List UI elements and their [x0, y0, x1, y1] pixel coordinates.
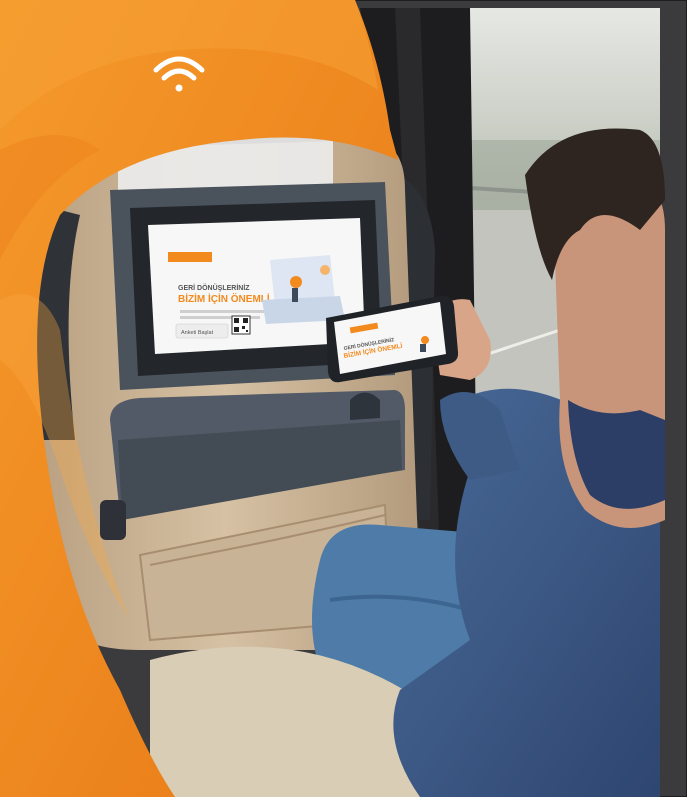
- start-survey-label: Anketi Başlat: [181, 330, 214, 336]
- scene-illustration: GERİ DÖNÜŞLERİNİZ BİZİM İÇİN ÖNEMLİ Anke…: [0, 0, 687, 797]
- screen-heading-2: BİZİM İÇİN ÖNEMLİ: [178, 292, 270, 305]
- qr-code-icon: [231, 315, 251, 335]
- screen-logo-bar: [168, 252, 212, 262]
- photo-scene: GERİ DÖNÜŞLERİNİZ BİZİM İÇİN ÖNEMLİ Anke…: [0, 0, 687, 797]
- tray-latch: [350, 392, 380, 420]
- screen-heading-1: GERİ DÖNÜŞLERİNİZ: [178, 283, 250, 292]
